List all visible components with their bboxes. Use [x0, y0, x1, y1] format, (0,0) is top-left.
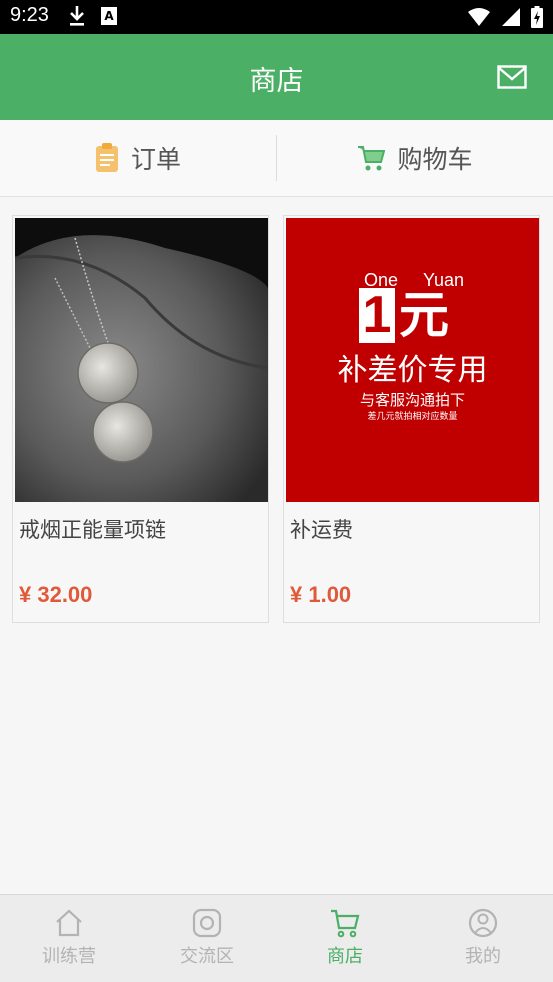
promo-sub-text: 与客服沟通拍下	[359, 391, 465, 409]
product-title: 补运费	[290, 518, 353, 542]
download-icon	[70, 6, 84, 26]
clipboard-icon	[95, 143, 118, 172]
home-icon	[56, 909, 82, 937]
nav-item-training[interactable]: 训练营	[0, 895, 138, 982]
signal-icon	[502, 8, 520, 26]
svg-text:A: A	[104, 9, 114, 23]
status-time: 9:23	[10, 4, 49, 26]
profile-icon	[468, 908, 498, 938]
product-image: One Yuan 1 元 补差价专用 与客服沟通拍下 差几元就拍相对应数量	[286, 218, 539, 502]
orders-tab[interactable]: 订单	[0, 120, 276, 196]
keyboard-a-icon: A	[101, 7, 117, 25]
nav-label: 训练营	[42, 946, 96, 967]
product-card[interactable]: 戒烟正能量项链 ¥ 32.00	[12, 215, 269, 623]
orders-tab-label: 订单	[130, 145, 181, 174]
promo-main-text: 补差价专用	[337, 353, 488, 388]
product-price: ¥ 1.00	[290, 582, 352, 607]
nav-item-profile[interactable]: 我的	[414, 895, 552, 982]
promo-currency: 元	[399, 286, 449, 344]
nav-label: 商店	[327, 946, 363, 967]
cart-tab-label: 购物车	[397, 145, 473, 174]
promo-small-text: 差几元就拍相对应数量	[367, 412, 458, 422]
product-title: 戒烟正能量项链	[19, 518, 166, 542]
product-price: ¥ 32.00	[19, 582, 93, 607]
shop-tab-row: 订单 购物车	[0, 120, 553, 197]
status-bar: 9:23 A	[0, 0, 553, 34]
mail-icon	[497, 65, 527, 89]
cart-tab[interactable]: 购物车	[277, 120, 553, 196]
cart-icon	[331, 909, 360, 938]
battery-charging-icon	[531, 6, 543, 28]
instagram-icon	[192, 908, 222, 938]
app-bar: 商店	[0, 34, 553, 120]
nav-label: 交流区	[180, 946, 234, 967]
wifi-icon	[468, 8, 490, 26]
nav-item-shop[interactable]: 商店	[276, 895, 414, 982]
promo-digit: 1	[359, 288, 395, 343]
nav-label: 我的	[465, 946, 501, 967]
product-image	[15, 218, 268, 502]
mail-button[interactable]	[497, 65, 527, 89]
product-card[interactable]: One Yuan 1 元 补差价专用 与客服沟通拍下 差几元就拍相对应数量 补运…	[283, 215, 540, 623]
bottom-nav: 训练营 交流区 商店 我的	[0, 894, 553, 982]
promo-banner: One Yuan 1 元 补差价专用 与客服沟通拍下 差几元就拍相对应数量	[286, 218, 539, 502]
cart-icon	[358, 146, 386, 171]
page-title: 商店	[249, 66, 304, 97]
nav-item-community[interactable]: 交流区	[138, 895, 276, 982]
